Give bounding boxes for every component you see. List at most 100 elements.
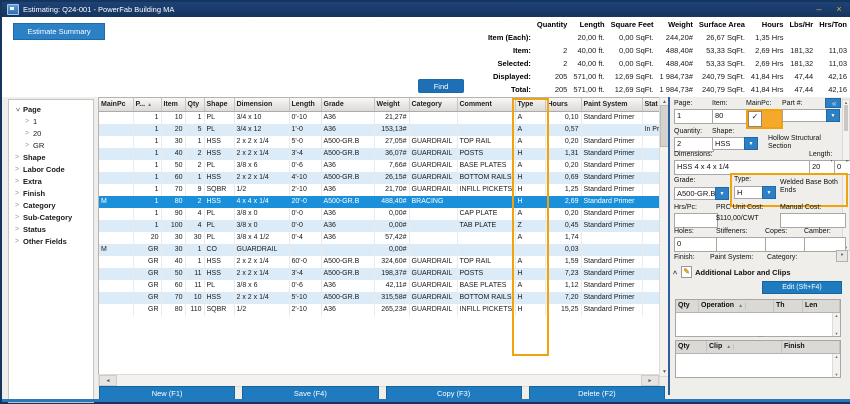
cell-comment[interactable]: TOP RAIL [457,256,515,268]
grade-dropdown[interactable]: A500-GR.B ▼ [674,187,729,200]
cell-shape[interactable]: HSS [204,148,234,160]
cell-paint[interactable] [581,124,642,136]
additional-labor-section-header[interactable]: > ✎ Additional Labor and Clips [674,266,791,278]
chevron-right-icon[interactable]: > [24,118,30,125]
cell-grade[interactable]: A500-GR.B [321,268,374,280]
cell-grade[interactable]: A36 [321,232,374,244]
cell-paint[interactable]: Standard Primer [581,196,642,208]
mainpc-checkbox[interactable]: ✓ [748,111,762,127]
cell-hours[interactable]: 7,20 [545,292,581,304]
cell-stat[interactable] [642,220,659,232]
mini-col-header-qty[interactable]: Qty [676,300,699,312]
estimate-summary-button[interactable]: Estimate Summary [13,23,105,40]
cell-stat[interactable] [642,304,659,316]
cell-paint[interactable]: Standard Primer [581,112,642,125]
cell-qty[interactable]: 10 [185,292,204,304]
cell-type[interactable]: A [515,208,545,220]
cell-shape[interactable]: HSS [204,172,234,184]
cell-grade[interactable]: A36 [321,124,374,136]
cell-weight[interactable]: 26,15# [374,172,409,184]
cell-weight[interactable]: 315,58# [374,292,409,304]
mini-col-header-qty[interactable]: Qty [676,341,707,353]
cell-stat[interactable] [642,292,659,304]
tree-item-20[interactable]: >20 [9,127,93,139]
cell-page[interactable]: 1 [133,172,161,184]
cell-length[interactable]: 0'-6 [289,160,321,172]
cell-weight[interactable]: 57,42# [374,232,409,244]
cell-shape[interactable]: PL [204,232,234,244]
cell-page[interactable]: 1 [133,196,161,208]
cell-dimension[interactable]: GUARDRAIL [234,244,289,256]
cell-length[interactable]: 0'-4 [289,232,321,244]
cell-grade[interactable]: A36 [321,220,374,232]
cell-mainpc[interactable] [99,208,133,220]
cell-item[interactable]: 60 [161,280,185,292]
cell-length[interactable]: 1'-0 [289,124,321,136]
cell-type[interactable]: A [515,256,545,268]
part-dropdown[interactable]: ▼ [782,109,840,122]
cell-qty[interactable]: 11 [185,280,204,292]
cell-length[interactable]: 2'-10 [289,184,321,196]
cell-dimension[interactable]: 2 x 2 x 1/4 [234,256,289,268]
cell-mainpc[interactable] [99,304,133,316]
new-button[interactable]: New (F1) [99,386,235,400]
cell-shape[interactable]: SQBR [204,304,234,316]
table-row[interactable]: 1205PL3/4 x 121'-0A36153,13#A0,57In Pr [99,124,659,136]
cell-qty[interactable]: 2 [185,160,204,172]
cell-type[interactable]: A [515,112,545,125]
cell-grade[interactable]: A36 [321,304,374,316]
cell-shape[interactable]: HSS [204,196,234,208]
cell-hours[interactable]: 0,10 [545,112,581,125]
chevron-right-icon[interactable]: > [24,130,30,137]
cell-item[interactable]: 20 [161,124,185,136]
page-field[interactable]: 1 [674,109,714,124]
cell-hours[interactable]: 1,31 [545,148,581,160]
chevron-right-icon[interactable]: > [14,190,20,197]
cell-mainpc[interactable] [99,172,133,184]
cell-comment[interactable]: TOP RAIL [457,136,515,148]
chevron-down-icon[interactable]: > [14,106,21,112]
cell-hours[interactable]: 0,20 [545,136,581,148]
cell-page[interactable]: 1 [133,160,161,172]
type-dropdown[interactable]: H ▼ [734,186,776,199]
tree-item-sub-category[interactable]: >Sub-Category [9,211,93,223]
cell-comment[interactable]: POSTS [457,268,515,280]
edit-labor-button[interactable]: Edit (Sft+F4) [762,281,842,294]
grid-col-header-weight[interactable]: Weight [374,98,409,112]
cell-hours[interactable]: 0,69 [545,172,581,184]
table-row[interactable]: 1402HSS2 x 2 x 1/43'-4A500-GR.B36,07#GUA… [99,148,659,160]
cell-weight[interactable]: 324,60# [374,256,409,268]
cell-stat[interactable] [642,136,659,148]
cell-stat[interactable] [642,256,659,268]
cell-page[interactable]: 20 [133,232,161,244]
cell-type[interactable]: A [515,232,545,244]
collapse-panel-button[interactable]: « [825,98,841,108]
copes-field[interactable] [765,237,806,252]
cell-page[interactable]: 1 [133,220,161,232]
grid-col-header-page[interactable]: P...▲ [133,98,161,112]
cell-qty[interactable]: 2 [185,196,204,208]
cell-dimension[interactable]: 2 x 2 x 1/4 [234,268,289,280]
tree-item-status[interactable]: >Status [9,223,93,235]
cell-hours[interactable]: 0,03 [545,244,581,256]
cell-shape[interactable]: HSS [204,268,234,280]
cell-item[interactable]: 30 [161,244,185,256]
grid-col-header-hours[interactable]: Hours [545,98,581,112]
hrspc-field[interactable] [674,213,718,228]
cell-stat[interactable] [642,196,659,208]
cell-category[interactable]: GUARDRAIL [409,160,457,172]
grid-col-header-length[interactable]: Length [289,98,321,112]
table-scrollbar[interactable]: ▲▼ [832,313,840,336]
table-row[interactable]: MGR301COGUARDRAIL0,00#0,03 [99,244,659,256]
cell-type[interactable]: H [515,172,545,184]
cell-page[interactable]: GR [133,244,161,256]
cell-type[interactable]: H [515,292,545,304]
table-row[interactable]: GR80110SQBR1/22'-10A36265,23#GUARDRAILIN… [99,304,659,316]
cell-mainpc[interactable] [99,160,133,172]
cell-shape[interactable]: PL [204,208,234,220]
cell-type[interactable]: A [515,124,545,136]
dropdown-arrow-icon[interactable]: ▼ [744,137,758,150]
cell-dimension[interactable]: 2 x 2 x 1/4 [234,148,289,160]
mini-col-header-len[interactable]: Len [803,300,840,312]
quantity-field[interactable]: 2 [674,137,714,152]
